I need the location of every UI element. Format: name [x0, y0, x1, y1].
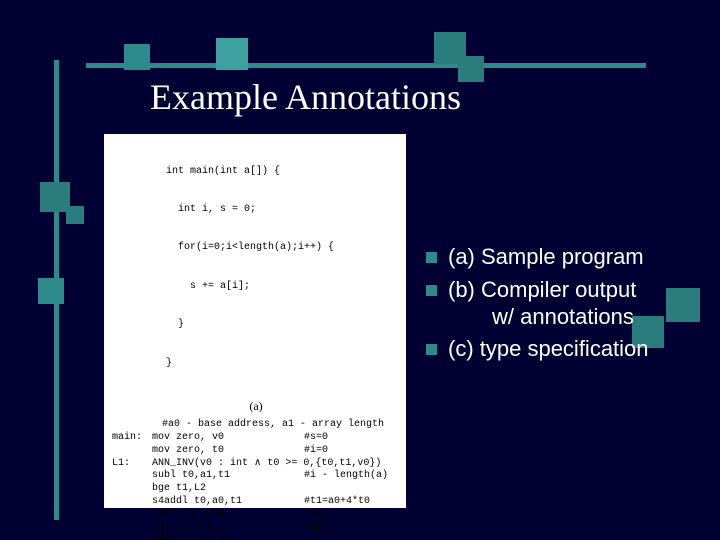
- code-figure: int main(int a[]) { int i, s = 0; for(i=…: [104, 134, 406, 508]
- bullet-subtext: w/ annotations: [448, 304, 710, 331]
- figure-caption-a: (a): [112, 399, 400, 414]
- code-a-line: s += a[i];: [166, 281, 400, 294]
- bullet-square-icon: [426, 252, 437, 263]
- bullet-square-icon: [426, 285, 437, 296]
- title-underline: [86, 63, 646, 68]
- deco-square: [38, 278, 64, 304]
- deco-square: [216, 38, 248, 70]
- code-a-line: for(i=0;i<length(a);i++) {: [166, 242, 400, 255]
- list-item: (a) Sample program: [426, 244, 710, 271]
- code-a-line: int main(int a[]) {: [166, 166, 400, 179]
- bullet-list: (a) Sample program (b) Compiler output w…: [426, 244, 710, 369]
- code-b-table: main:mov zero, v0#s=0 mov zero, t0#i=0 L…: [112, 432, 400, 540]
- list-item: (b) Compiler output w/ annotations: [426, 277, 710, 331]
- bullet-text: (b) Compiler output: [448, 277, 636, 302]
- code-b-header: #a0 - base address, a1 - array length: [162, 419, 400, 432]
- bullet-text: (c) type specification: [448, 336, 649, 361]
- code-a-line: }: [166, 358, 400, 371]
- deco-square: [66, 206, 84, 224]
- bullet-square-icon: [426, 344, 437, 355]
- bullet-text: (a) Sample program: [448, 244, 644, 269]
- slide: Example Annotations int main(int a[]) { …: [0, 0, 720, 540]
- code-a-line: }: [166, 319, 400, 332]
- code-a-line: int i, s = 0;: [166, 204, 400, 217]
- slide-title: Example Annotations: [150, 76, 461, 118]
- list-item: (c) type specification: [426, 336, 710, 363]
- deco-square: [458, 56, 484, 82]
- deco-square: [124, 44, 150, 70]
